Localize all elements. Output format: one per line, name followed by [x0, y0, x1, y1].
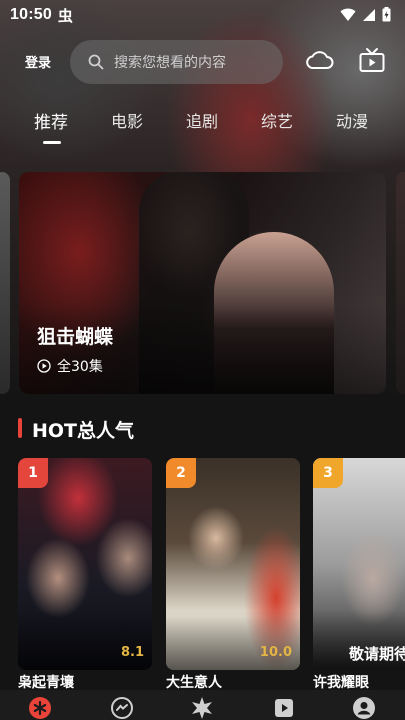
home-star-icon — [29, 697, 51, 719]
category-tabs: 推荐 电影 追剧 综艺 动漫 — [0, 108, 405, 148]
play-circle-icon — [37, 359, 51, 373]
tab-recommend[interactable]: 推荐 — [34, 108, 68, 133]
profile-icon — [353, 697, 375, 719]
nav-profile[interactable] — [352, 696, 376, 720]
chat-icon — [111, 697, 133, 719]
status-icons — [340, 7, 391, 22]
search-icon — [88, 54, 104, 70]
banner-shade — [19, 304, 386, 394]
card-title-2[interactable]: 大生意人 — [166, 672, 222, 692]
signal-icon — [363, 8, 375, 21]
tab-anime[interactable]: 动漫 — [336, 108, 368, 132]
nav-messages[interactable] — [110, 696, 134, 720]
card-title-1[interactable]: 枭起青壤 — [18, 672, 74, 692]
status-time: 10:50 — [10, 6, 52, 23]
card-score: 8.1 — [120, 645, 144, 660]
featured-banner[interactable]: 狙击蝴蝶 全30集 — [19, 172, 386, 394]
burst-icon — [192, 697, 212, 719]
rank-badge: 1 — [18, 458, 48, 488]
nav-shorts[interactable] — [272, 696, 296, 720]
top-header: 登录 搜索您想看的内容 — [0, 38, 405, 86]
card-title-3[interactable]: 许我耀眼 — [313, 672, 369, 692]
nav-discover[interactable] — [190, 696, 214, 720]
nav-home[interactable] — [28, 696, 52, 720]
ranking-card-2[interactable]: 2 10.0 — [166, 458, 300, 670]
active-tab-indicator — [43, 141, 61, 144]
rank-badge: 3 — [313, 458, 343, 488]
carousel-prev-peek[interactable] — [0, 172, 10, 394]
card-poster-text: 敬请期待 — [349, 645, 405, 663]
tab-series[interactable]: 追剧 — [186, 108, 218, 132]
cloud-icon[interactable] — [304, 48, 334, 72]
card-shade — [166, 610, 300, 670]
tab-movies[interactable]: 电影 — [111, 108, 143, 132]
rank-badge: 2 — [166, 458, 196, 488]
app-notification-icon: 虫 — [57, 6, 73, 25]
tab-variety[interactable]: 综艺 — [261, 108, 293, 132]
ranking-card-3[interactable]: 3 敬请期待 — [313, 458, 405, 670]
banner-episodes: 全30集 — [37, 356, 103, 376]
banner-title: 狙击蝴蝶 — [37, 326, 114, 348]
section-title: HOT总人气 — [32, 420, 135, 442]
play-box-icon — [275, 699, 293, 717]
card-score: 10.0 — [259, 645, 292, 660]
wifi-icon — [340, 8, 356, 21]
card-shade — [18, 610, 152, 670]
tv-icon[interactable] — [358, 46, 386, 74]
bottom-navigation — [0, 690, 405, 720]
banner-episode-count: 全30集 — [57, 359, 103, 375]
login-button[interactable]: 登录 — [25, 52, 51, 71]
status-bar: 10:50 虫 — [0, 0, 405, 30]
section-accent-bar — [18, 418, 22, 438]
carousel-next-peek[interactable] — [396, 172, 405, 394]
search-bar[interactable]: 搜索您想看的内容 — [70, 40, 283, 84]
search-placeholder: 搜索您想看的内容 — [114, 55, 226, 71]
ranking-card-1[interactable]: 1 8.1 — [18, 458, 152, 670]
battery-icon — [382, 7, 391, 22]
